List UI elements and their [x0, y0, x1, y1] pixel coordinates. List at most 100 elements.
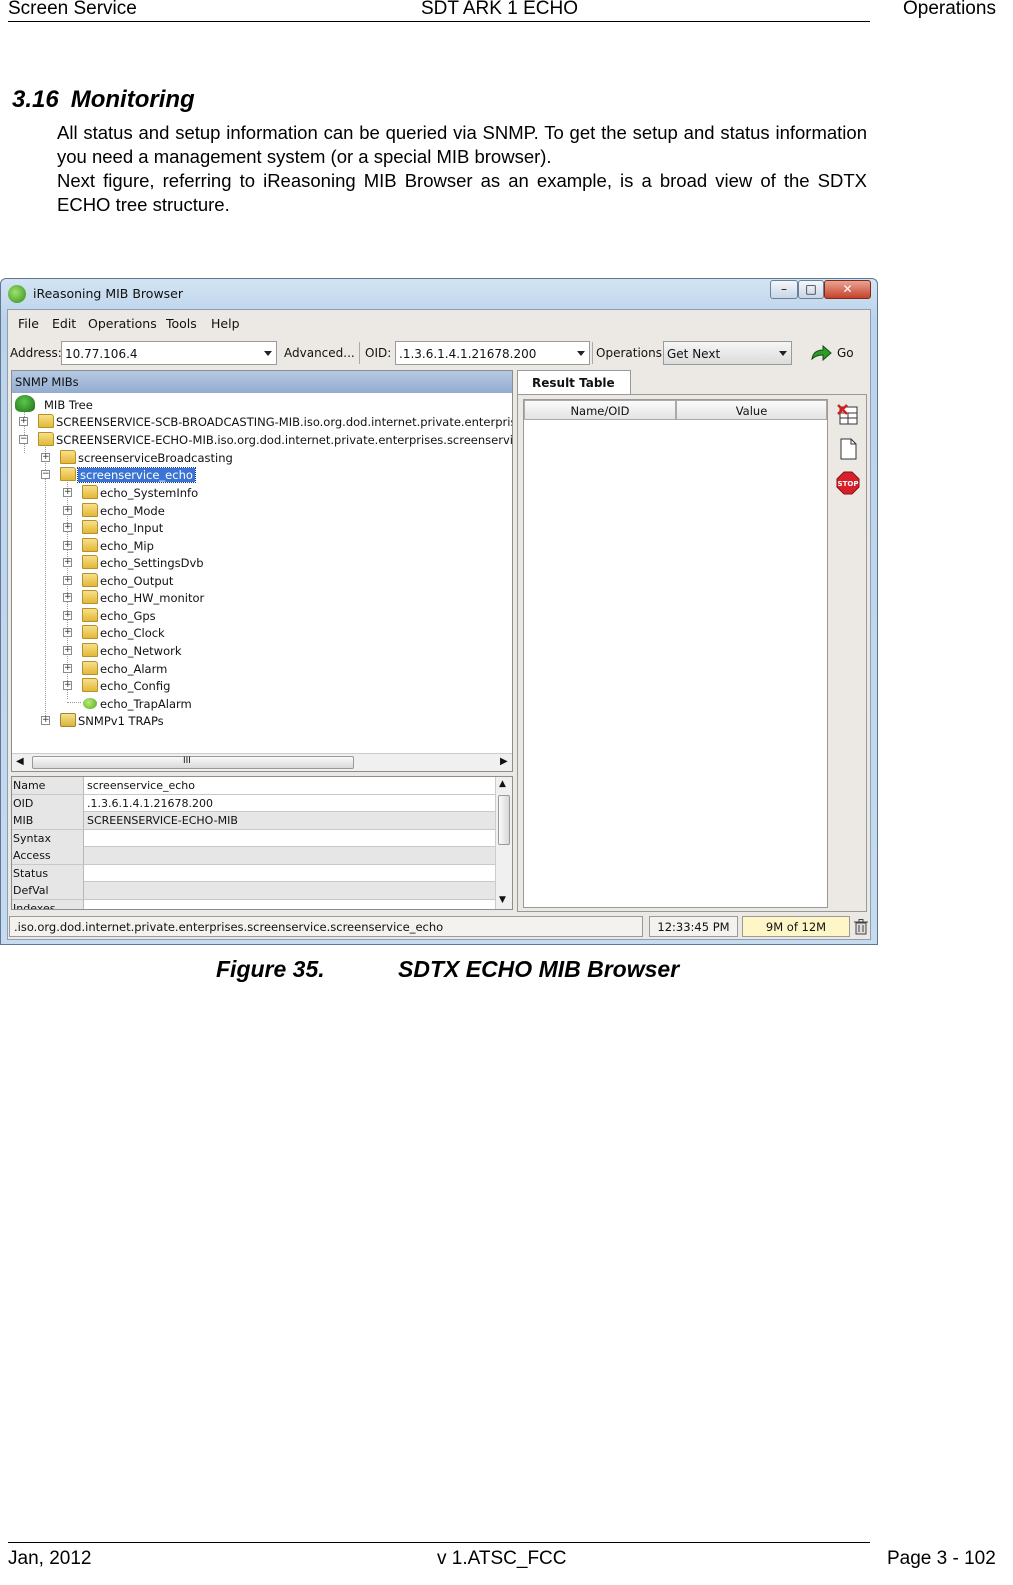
trap-icon — [60, 713, 76, 727]
property-row: Indexes — [12, 899, 496, 909]
property-row: DefVal — [12, 882, 496, 900]
tree-item-label: echo_Gps — [100, 609, 156, 623]
scroll-right-icon[interactable]: ▶ — [500, 756, 508, 767]
expand-icon[interactable]: + — [63, 664, 72, 673]
section-title: Monitoring — [70, 86, 195, 113]
collapse-icon[interactable]: − — [19, 435, 28, 444]
expand-icon[interactable]: + — [63, 576, 72, 585]
expand-icon[interactable]: + — [63, 523, 72, 532]
oid-combo[interactable]: .1.3.6.1.4.1.21678.200 — [395, 341, 590, 365]
expand-icon[interactable]: + — [63, 541, 72, 550]
document-icon[interactable] — [836, 437, 860, 461]
collapse-icon[interactable]: − — [41, 470, 50, 479]
property-row: Syntax — [12, 829, 496, 847]
figure-caption: Figure 35. SDTX ECHO MIB Browser — [216, 956, 679, 983]
mib-tree: MIB Tree + SCREENSERVICE-SCB-BROADCASTIN… — [12, 393, 512, 753]
tab-result-table[interactable]: Result Table — [517, 370, 631, 394]
footer-left: Jan, 2012 — [8, 1548, 92, 1569]
scroll-left-icon[interactable]: ◀ — [16, 756, 24, 767]
address-label: Address: — [10, 346, 62, 360]
status-memory: 9M of 12M — [742, 916, 850, 937]
menu-operations[interactable]: Operations — [88, 316, 157, 331]
expand-icon[interactable]: + — [63, 488, 72, 497]
scroll-grip: III — [183, 756, 191, 766]
menu-file[interactable]: File — [18, 316, 39, 331]
paragraph: All status and setup information can be … — [57, 122, 867, 167]
expand-icon[interactable]: + — [63, 558, 72, 567]
expand-icon[interactable]: + — [63, 506, 72, 515]
operations-select[interactable]: Get Next — [663, 341, 792, 365]
tree-item-label: echo_Clock — [100, 626, 165, 640]
figure-title: SDTX ECHO MIB Browser — [398, 956, 680, 982]
page-footer: Jan, 2012 v 1.ATSC_FCC Page 3 - 102 — [0, 1540, 1013, 1580]
footer-right: Page 3 - 102 — [887, 1548, 996, 1569]
result-table: Name/OID Value — [523, 399, 828, 908]
expand-icon[interactable]: + — [63, 593, 72, 602]
tree-item-label: echo_Config — [100, 679, 171, 693]
clear-table-icon[interactable] — [836, 403, 860, 427]
column-header-name-oid[interactable]: Name/OID — [524, 400, 676, 420]
tree-item-label: MIB Tree — [44, 398, 93, 412]
scroll-down-icon[interactable]: ▼ — [499, 895, 506, 905]
folder-icon — [82, 608, 98, 622]
scroll-up-icon[interactable]: ▲ — [499, 779, 506, 789]
go-button[interactable]: Go — [837, 346, 854, 360]
property-row: OID .1.3.6.1.4.1.21678.200 — [12, 794, 496, 812]
menu-tools[interactable]: Tools — [166, 316, 197, 331]
folder-icon — [60, 450, 76, 464]
trash-icon[interactable] — [854, 919, 868, 935]
tree-item-label: echo_Output — [100, 574, 174, 588]
expand-icon[interactable]: + — [63, 611, 72, 620]
property-name: Syntax — [12, 829, 84, 847]
folder-icon — [82, 643, 98, 657]
tree-item-label: SCREENSERVICE-ECHO-MIB.iso.org.dod.inter… — [56, 433, 512, 447]
expand-icon[interactable]: + — [41, 716, 50, 725]
go-arrow-icon[interactable] — [810, 344, 832, 362]
maximize-button[interactable]: □ — [798, 280, 824, 299]
property-name: Access — [12, 847, 84, 864]
stop-icon[interactable]: STOP — [836, 471, 860, 495]
close-button[interactable]: ✕ — [824, 280, 871, 299]
vertical-scrollbar[interactable]: ▲ ▼ — [495, 777, 512, 909]
property-value: screenservice_echo — [87, 779, 195, 792]
tree-item-label: SNMPv1 TRAPs — [78, 714, 164, 728]
folder-icon — [82, 485, 98, 499]
tree-item-label: screenserviceBroadcasting — [78, 451, 233, 465]
scrollbar-thumb[interactable]: III — [32, 756, 354, 769]
expand-icon[interactable]: + — [63, 681, 72, 690]
folder-icon — [82, 590, 98, 604]
expand-icon[interactable]: + — [41, 453, 50, 462]
figure-number: Figure 35. — [216, 956, 325, 982]
column-header-value[interactable]: Value — [676, 400, 827, 420]
property-row: Status — [12, 864, 496, 882]
menu-help[interactable]: Help — [211, 316, 240, 331]
property-name: MIB — [12, 812, 84, 829]
property-row: MIB SCREENSERVICE-ECHO-MIB — [12, 812, 496, 830]
expand-icon[interactable]: + — [63, 646, 72, 655]
horizontal-scrollbar[interactable]: ◀ III ▶ — [12, 753, 512, 771]
expand-icon[interactable]: + — [63, 628, 72, 637]
tree-item-label: echo_Alarm — [100, 662, 168, 676]
result-panel: Name/OID Value STOP — [517, 394, 867, 912]
header-left: Screen Service — [8, 0, 137, 19]
folder-icon — [82, 573, 98, 587]
tree-item-label: echo_Network — [100, 644, 182, 658]
scrollbar-thumb[interactable] — [498, 795, 510, 845]
tree-item-label: echo_Mode — [100, 504, 165, 518]
folder-icon — [82, 520, 98, 534]
leaf-icon — [83, 698, 97, 709]
minimize-button[interactable]: – — [770, 280, 798, 299]
expand-icon[interactable]: + — [19, 417, 28, 426]
folder-icon — [82, 678, 98, 692]
tree-item-label: echo_TrapAlarm — [100, 697, 192, 711]
folder-icon — [82, 503, 98, 517]
address-combo[interactable]: 10.77.106.4 — [61, 341, 277, 365]
oid-label: OID: — [365, 346, 392, 360]
menu-edit[interactable]: Edit — [52, 316, 76, 331]
address-value: 10.77.106.4 — [65, 347, 138, 361]
tree-item-scb-mib[interactable]: + SCREENSERVICE-SCB-BROADCASTING-MIB.iso… — [15, 414, 512, 431]
window-title: iReasoning MIB Browser — [33, 286, 184, 301]
footer-rule — [8, 1542, 870, 1543]
page-header: Screen Service SDT ARK 1 ECHO Operations — [0, 0, 1013, 24]
advanced-button[interactable]: Advanced... — [284, 346, 355, 360]
